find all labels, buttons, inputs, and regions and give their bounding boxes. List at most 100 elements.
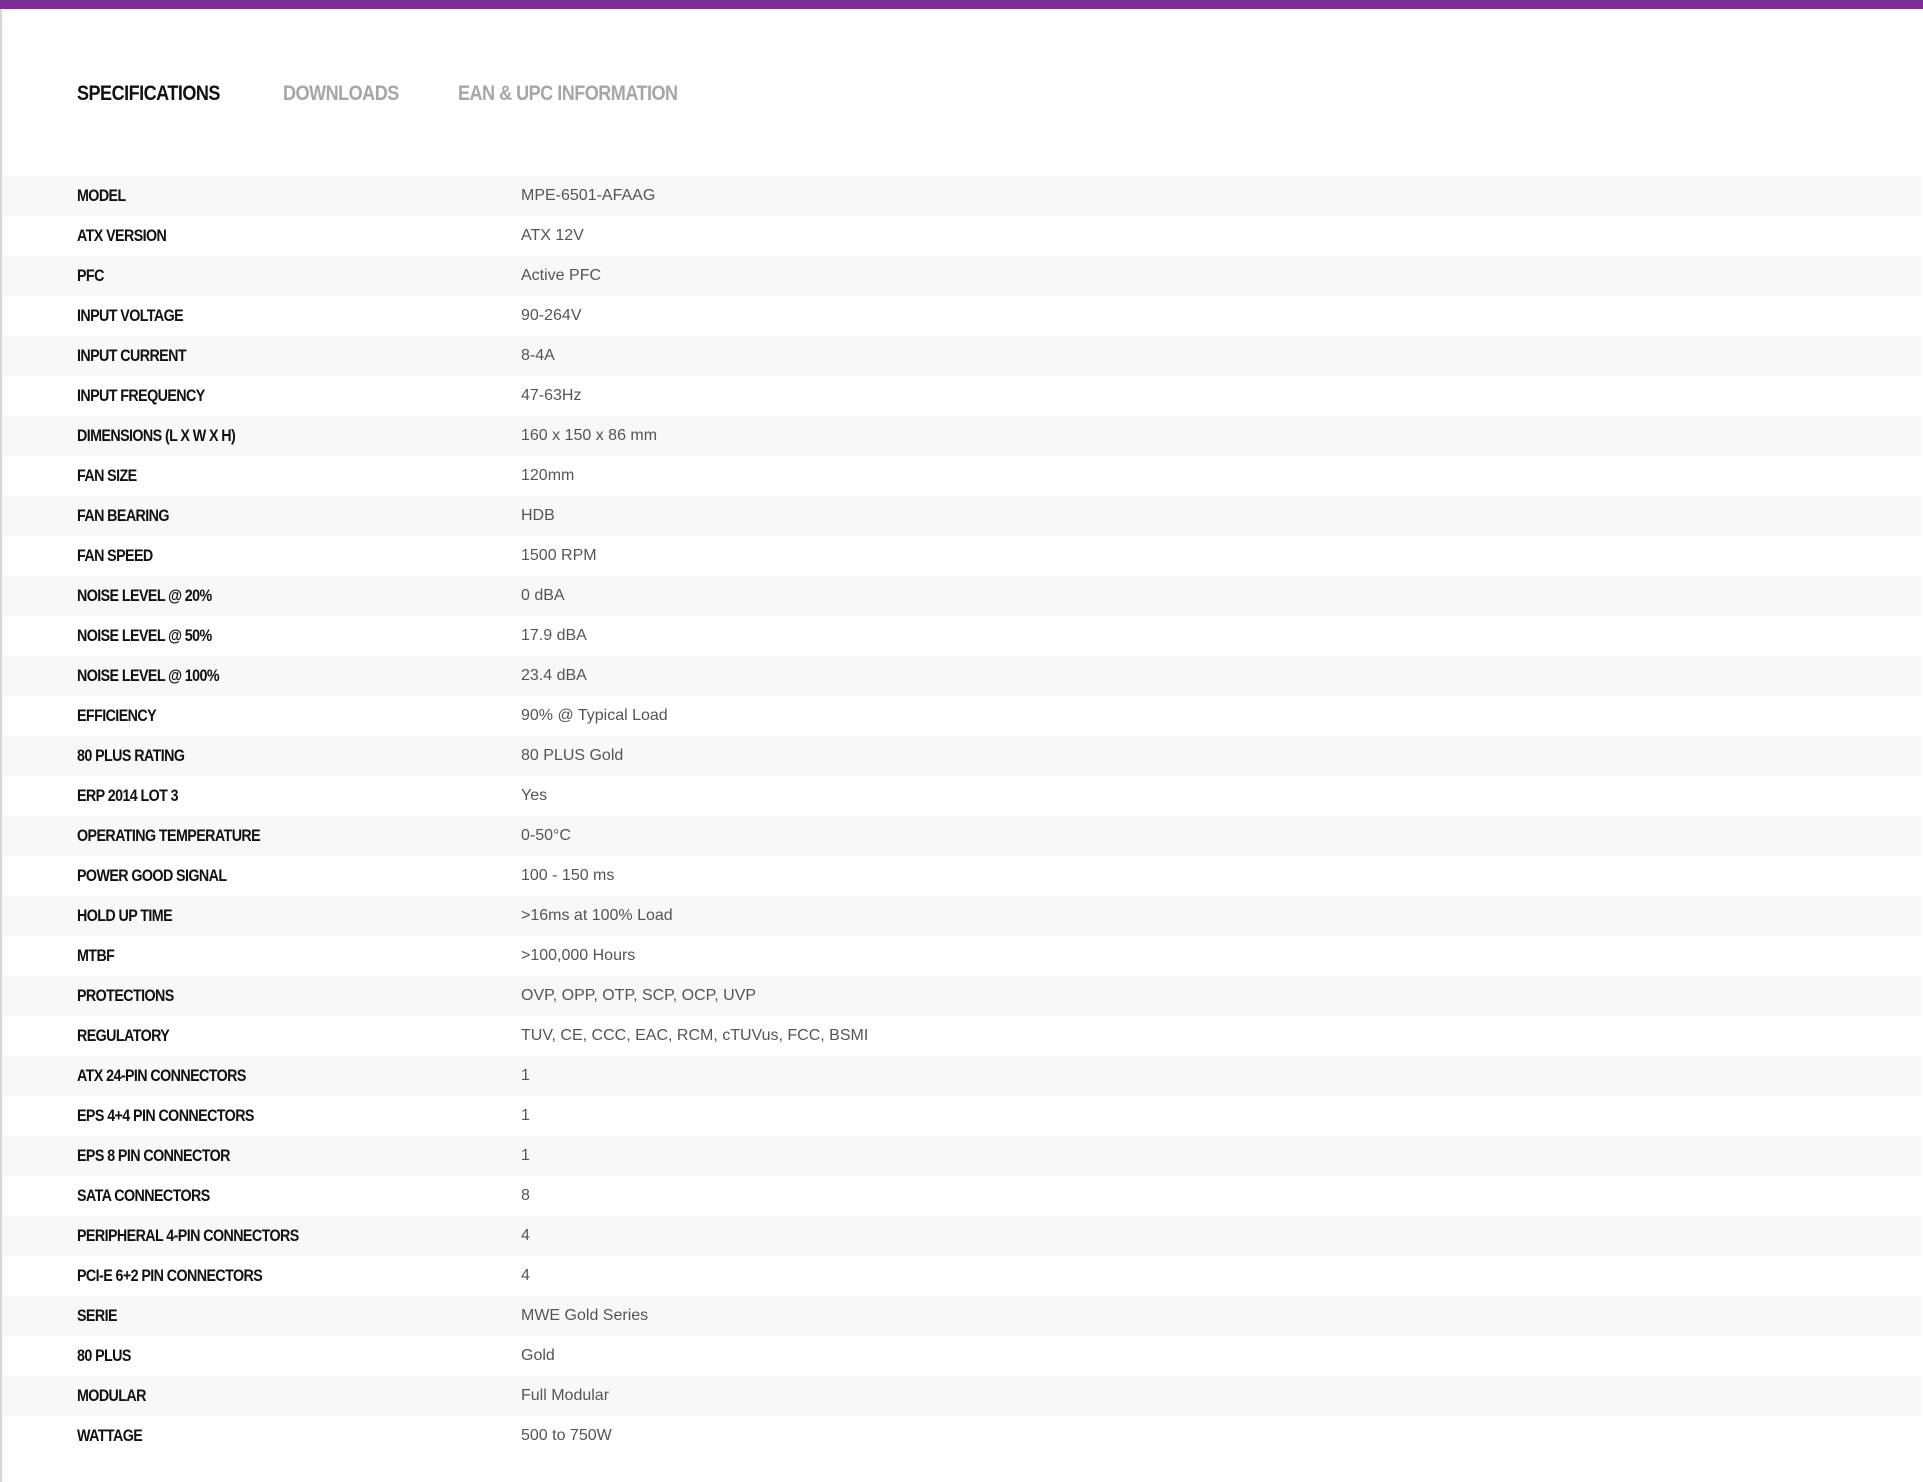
spec-label-text: ATX 24-PIN CONNECTORS <box>77 1066 246 1085</box>
spec-label-text: SATA CONNECTORS <box>77 1186 210 1205</box>
spec-label: 80 PLUS <box>2 1336 445 1376</box>
spec-label-text: WATTAGE <box>77 1426 143 1445</box>
spec-label: ATX 24-PIN CONNECTORS <box>2 1056 445 1096</box>
spec-label: PROTECTIONS <box>2 976 445 1016</box>
table-row: 80 PLUS RATING 80 PLUS Gold <box>2 736 1921 776</box>
spec-label-text: OPERATING TEMPERATURE <box>77 826 261 845</box>
table-row: INPUT CURRENT 8-4A <box>2 336 1921 376</box>
spec-label: FAN BEARING <box>2 496 445 536</box>
spec-value: 4 <box>521 1267 530 1284</box>
spec-label-text: SERIE <box>77 1306 118 1325</box>
table-row: FAN SIZE 120mm <box>2 456 1921 496</box>
spec-label: EPS 4+4 PIN CONNECTORS <box>2 1096 445 1136</box>
spec-label: ERP 2014 LOT 3 <box>2 776 445 816</box>
table-row: PFC Active PFC <box>2 256 1921 296</box>
spec-label-text: PROTECTIONS <box>77 986 174 1005</box>
table-row: MODULAR Full Modular <box>2 1376 1921 1416</box>
spec-value: 90-264V <box>521 307 582 324</box>
spec-label-text: MTBF <box>77 946 115 965</box>
table-row: SATA CONNECTORS 8 <box>2 1176 1921 1216</box>
spec-label-text: ATX VERSION <box>77 226 167 245</box>
spec-value: 0-50°C <box>521 827 571 844</box>
table-row: DIMENSIONS (L X W X H) 160 x 150 x 86 mm <box>2 416 1921 456</box>
spec-value: 8 <box>521 1187 530 1204</box>
spec-value: HDB <box>521 507 555 524</box>
spec-value: >16ms at 100% Load <box>521 907 673 924</box>
specifications-table: MODEL MPE-6501-AFAAG ATX VERSION ATX 12V PFC… <box>2 176 1921 1456</box>
spec-label: NOISE LEVEL @ 100% <box>2 656 445 696</box>
spec-label-text: REGULATORY <box>77 1026 170 1045</box>
spec-label-text: FAN SPEED <box>77 546 153 565</box>
table-row: ATX 24-PIN CONNECTORS 1 <box>2 1056 1921 1096</box>
table-row: EFFICIENCY 90% @ Typical Load <box>2 696 1921 736</box>
spec-value: 47-63Hz <box>521 387 582 404</box>
spec-label-text: DIMENSIONS (L X W X H) <box>77 426 236 445</box>
table-row: ATX VERSION ATX 12V <box>2 216 1921 256</box>
spec-value: Gold <box>521 1347 555 1364</box>
spec-label-text: INPUT VOLTAGE <box>77 306 184 325</box>
spec-label-text: EPS 4+4 PIN CONNECTORS <box>77 1106 254 1125</box>
spec-label: INPUT VOLTAGE <box>2 296 445 336</box>
spec-value: Yes <box>521 787 548 804</box>
table-row: EPS 8 PIN CONNECTOR 1 <box>2 1136 1921 1176</box>
spec-label: INPUT CURRENT <box>2 336 445 376</box>
spec-value: OVP, OPP, OTP, SCP, OCP, UVP <box>521 987 757 1004</box>
table-row: NOISE LEVEL @ 20% 0 dBA <box>2 576 1921 616</box>
table-row: FAN SPEED 1500 RPM <box>2 536 1921 576</box>
spec-label: ATX VERSION <box>2 216 445 256</box>
tab-ean-upc-information[interactable]: EAN & UPC INFORMATION <box>458 82 678 106</box>
spec-label: NOISE LEVEL @ 50% <box>2 616 445 656</box>
spec-label: PFC <box>2 256 445 296</box>
spec-value: 90% @ Typical Load <box>521 707 668 724</box>
spec-label: INPUT FREQUENCY <box>2 376 445 416</box>
spec-label: POWER GOOD SIGNAL <box>2 856 445 896</box>
spec-value: 80 PLUS Gold <box>521 747 624 764</box>
table-row: NOISE LEVEL @ 100% 23.4 dBA <box>2 656 1921 696</box>
spec-value: Active PFC <box>521 267 602 284</box>
spec-label: WATTAGE <box>2 1416 445 1456</box>
spec-label: FAN SPEED <box>2 536 445 576</box>
spec-value: 23.4 dBA <box>521 667 587 684</box>
spec-label-text: INPUT FREQUENCY <box>77 386 205 405</box>
spec-label: OPERATING TEMPERATURE <box>2 816 445 856</box>
spec-value: 8-4A <box>521 347 555 364</box>
spec-label-text: NOISE LEVEL @ 20% <box>77 586 212 605</box>
tab-specifications[interactable]: SPECIFICATIONS <box>77 82 220 106</box>
spec-value: 1 <box>521 1147 530 1164</box>
spec-value: MPE-6501-AFAAG <box>521 187 656 204</box>
spec-value: Full Modular <box>521 1387 610 1404</box>
spec-tabs: SPECIFICATIONS DOWNLOADS EAN & UPC INFOR… <box>77 78 699 110</box>
spec-label: SATA CONNECTORS <box>2 1176 445 1216</box>
spec-value: MWE Gold Series <box>521 1307 649 1324</box>
table-row: OPERATING TEMPERATURE 0-50°C <box>2 816 1921 856</box>
spec-label-text: FAN SIZE <box>77 466 137 485</box>
spec-label-text: FAN BEARING <box>77 506 170 525</box>
table-row: POWER GOOD SIGNAL 100 - 150 ms <box>2 856 1921 896</box>
spec-label-text: NOISE LEVEL @ 50% <box>77 626 212 645</box>
spec-value: ATX 12V <box>521 227 584 244</box>
spec-value: TUV, CE, CCC, EAC, RCM, cTUVus, FCC, BSM… <box>521 1027 869 1044</box>
table-row: FAN BEARING HDB <box>2 496 1921 536</box>
table-row: SERIE MWE Gold Series <box>2 1296 1921 1336</box>
table-row: MODEL MPE-6501-AFAAG <box>2 176 1921 216</box>
spec-value: 120mm <box>521 467 575 484</box>
spec-label-text: EFFICIENCY <box>77 706 157 725</box>
spec-label: REGULATORY <box>2 1016 445 1056</box>
spec-label: EFFICIENCY <box>2 696 445 736</box>
spec-label-text: PFC <box>77 266 104 285</box>
spec-value: 1 <box>521 1107 530 1124</box>
table-row: 80 PLUS Gold <box>2 1336 1921 1376</box>
table-row: NOISE LEVEL @ 50% 17.9 dBA <box>2 616 1921 656</box>
table-row: HOLD UP TIME >16ms at 100% Load <box>2 896 1921 936</box>
spec-label: HOLD UP TIME <box>2 896 445 936</box>
spec-label-text: EPS 8 PIN CONNECTOR <box>77 1146 230 1165</box>
spec-value: 17.9 dBA <box>521 627 587 644</box>
spec-label: MODULAR <box>2 1376 445 1416</box>
spec-label-text: INPUT CURRENT <box>77 346 187 365</box>
spec-label-text: POWER GOOD SIGNAL <box>77 866 227 885</box>
spec-value: >100,000 Hours <box>521 947 636 964</box>
table-row: WATTAGE 500 to 750W <box>2 1416 1921 1456</box>
spec-value: 160 x 150 x 86 mm <box>521 427 658 444</box>
tab-downloads[interactable]: DOWNLOADS <box>283 82 399 106</box>
table-row: PERIPHERAL 4-PIN CONNECTORS 4 <box>2 1216 1921 1256</box>
